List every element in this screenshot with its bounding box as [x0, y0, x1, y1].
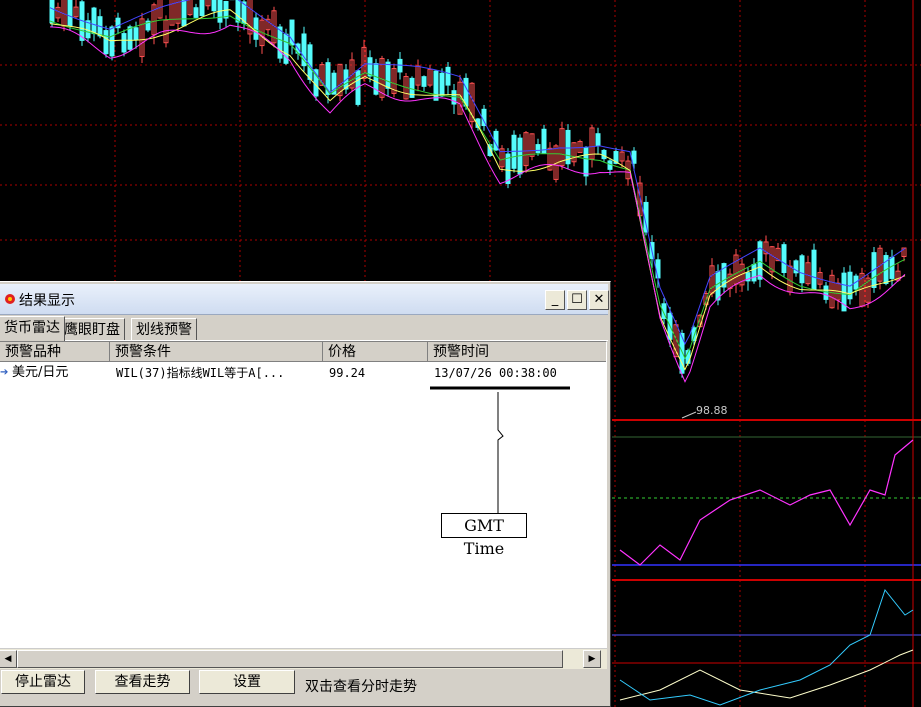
candle-body: [421, 76, 427, 87]
column-header-condition[interactable]: 预警条件: [110, 342, 323, 362]
candle-body: [91, 7, 97, 35]
candle-body: [439, 72, 445, 97]
annotation-label: GMT Time: [441, 513, 527, 558]
candle-body: [109, 26, 115, 57]
candle-body: [691, 327, 697, 342]
low-marker: [681, 411, 697, 419]
horizontal-scrollbar[interactable]: ◀ ▶: [0, 648, 607, 669]
candle-body: [49, 0, 55, 24]
row-pointer-icon: ➔: [0, 367, 9, 378]
candle-body: [655, 259, 661, 279]
minimize-button[interactable]: _: [545, 290, 565, 310]
candle-body: [781, 244, 787, 274]
tab-eagle-eye[interactable]: 鹰眼盯盘: [59, 318, 125, 340]
candle-body: [235, 0, 241, 23]
hint-text: 双击查看分时走势: [305, 679, 417, 695]
maximize-button[interactable]: ☐: [567, 290, 587, 310]
tab-currency-radar[interactable]: 货币雷达: [0, 316, 65, 341]
candle-body: [799, 255, 805, 284]
candle-body: [181, 0, 187, 27]
candle-body: [715, 271, 721, 301]
candle-body: [133, 27, 139, 41]
tab-bar: 货币雷达 鹰眼盯盘 划线预警: [0, 316, 608, 341]
candle-body: [211, 0, 217, 12]
cell-condition: WIL(37)指标线WIL等于A[...: [116, 366, 285, 380]
scroll-right-icon[interactable]: ▶: [583, 650, 601, 668]
candle-body: [385, 61, 391, 89]
radar-icon: [5, 294, 15, 304]
candle-body: [583, 147, 589, 177]
candle-body: [445, 66, 451, 86]
scroll-thumb[interactable]: [17, 650, 563, 668]
cell-symbol: 美元/日元: [12, 365, 69, 380]
column-header-time[interactable]: 预警时间: [428, 342, 606, 362]
price-low-label: 98.88: [696, 404, 728, 417]
close-button[interactable]: ✕: [589, 290, 609, 310]
indicator-line-wil: [619, 439, 914, 566]
indicator-line-signal: [619, 649, 914, 701]
view-trend-button[interactable]: 查看走势: [95, 670, 190, 694]
candle-body: [193, 7, 199, 18]
candle-body: [103, 30, 109, 55]
candle-body: [127, 26, 133, 50]
candle-body: [253, 17, 259, 40]
settings-button[interactable]: 设置: [199, 670, 295, 694]
candle-body: [307, 44, 313, 80]
scroll-left-icon[interactable]: ◀: [0, 650, 17, 668]
candle-body: [199, 0, 205, 17]
candle-body: [595, 133, 601, 147]
column-header-symbol[interactable]: 预警品种: [0, 342, 110, 362]
dialog-titlebar[interactable]: 结果显示 _ ☐ ✕: [0, 284, 609, 315]
cell-price: 99.24: [329, 366, 366, 380]
dialog-title: 结果显示: [19, 293, 75, 309]
candle-body: [751, 263, 757, 282]
candle-body: [811, 249, 817, 290]
table-row[interactable]: ➔ 美元/日元 WIL(37)指标线WIL等于A[... 99.24 13/07…: [0, 363, 606, 383]
candle-body: [535, 144, 541, 154]
candle-body: [889, 256, 895, 279]
stop-radar-button[interactable]: 停止雷达: [1, 670, 85, 694]
candle-body: [601, 149, 607, 160]
column-header-price[interactable]: 价格: [323, 342, 428, 362]
candle-body: [67, 0, 73, 27]
alert-list[interactable]: 预警品种 预警条件 价格 预警时间 ➔ 美元/日元 WIL(37)指标线WIL等…: [0, 341, 607, 649]
candle-body: [121, 33, 127, 53]
candle-body: [367, 57, 373, 77]
tab-line-alert[interactable]: 划线预警: [131, 318, 197, 340]
result-dialog: 结果显示 _ ☐ ✕ 货币雷达 鹰眼盯盘 划线预警 预警品种 预警条件 价格 预…: [0, 281, 611, 707]
candle-body: [823, 285, 829, 300]
candle-body: [433, 70, 439, 101]
cell-time: 13/07/26 00:38:00: [434, 366, 557, 380]
